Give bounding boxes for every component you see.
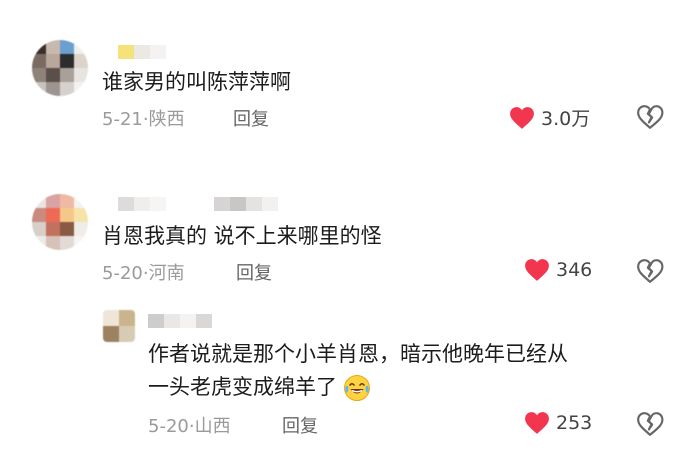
broken-heart-icon[interactable] [636, 411, 664, 437]
like-count: 3.0万 [541, 108, 591, 130]
reply-meta: 5-20·山西 [148, 412, 231, 438]
broken-heart-icon[interactable] [636, 258, 664, 284]
comment-text: 谁家男的叫陈萍萍啊 [102, 70, 291, 94]
broken-heart-icon[interactable] [636, 104, 664, 130]
reply-text-line2: 一头老虎变成绵羊了 [148, 373, 371, 402]
username[interactable] [118, 197, 278, 211]
reply-text-line1: 作者说就是那个小羊肖恩，暗示他晚年已经从 [148, 342, 568, 366]
like-button[interactable]: 3.0万 [509, 104, 590, 131]
like-count: 346 [556, 259, 593, 281]
comment-date: 5-21 [102, 109, 143, 130]
reply-username[interactable] [148, 314, 212, 328]
reply-button[interactable]: 回复 [236, 259, 272, 285]
reply-text-line2-content: 一头老虎变成绵羊了 [148, 375, 337, 399]
reply-avatar[interactable] [103, 310, 135, 342]
comment-meta: 5-21·陕西 [102, 105, 185, 131]
comment-date: 5-20 [102, 263, 143, 284]
laughing-tears-emoji [344, 375, 370, 401]
like-count: 253 [556, 412, 593, 434]
reply-button[interactable]: 回复 [282, 412, 318, 438]
comment-text: 肖恩我真的 说不上来哪里的怪 [102, 224, 382, 248]
like-button[interactable]: 253 [524, 411, 592, 435]
username[interactable] [118, 45, 166, 59]
reply-date: 5-20 [148, 416, 189, 437]
heart-icon [510, 106, 534, 129]
comment-meta: 5-20·河南 [102, 259, 185, 285]
avatar[interactable] [32, 194, 88, 250]
comment-region: 河南 [148, 263, 185, 284]
comment-region: 陕西 [148, 109, 185, 130]
heart-icon [525, 412, 549, 434]
heart-icon [525, 259, 549, 281]
reply-region: 山西 [194, 416, 231, 437]
like-button[interactable]: 346 [524, 258, 592, 282]
reply-button[interactable]: 回复 [233, 105, 269, 131]
avatar[interactable] [32, 40, 88, 96]
